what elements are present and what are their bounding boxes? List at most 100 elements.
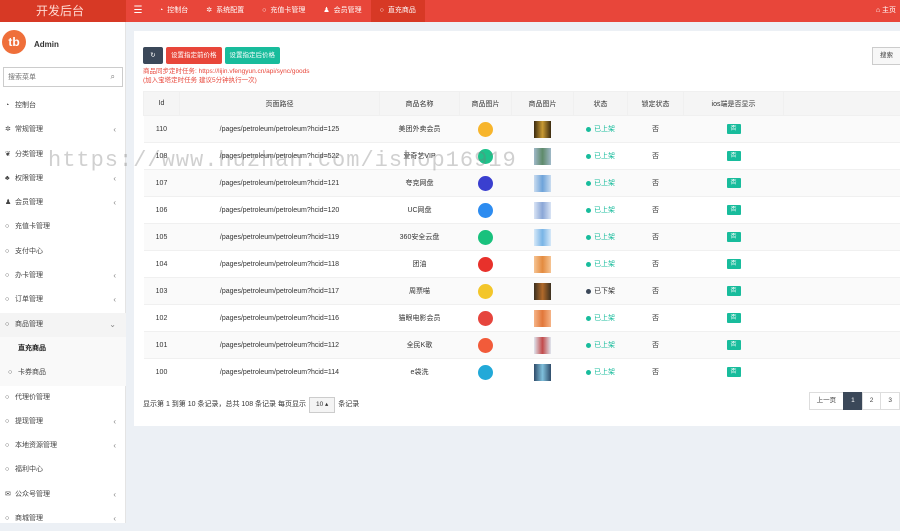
sidebar-item-10[interactable]: 直充商品 xyxy=(0,337,126,361)
product-logo-icon xyxy=(478,257,493,272)
sidebar-item-4[interactable]: ♟会员管理‹ xyxy=(0,191,126,215)
sidebar-item-14[interactable]: ○本地资源管理‹ xyxy=(0,434,126,458)
ios-badge[interactable]: 否 xyxy=(727,286,741,296)
ios-badge[interactable]: 否 xyxy=(727,151,741,161)
sidebar-item-7[interactable]: ○办卡管理‹ xyxy=(0,264,126,288)
app-title[interactable]: 开发后台 xyxy=(0,0,126,22)
sidebar-item-5[interactable]: ○充值卡管理 xyxy=(0,215,126,239)
cell-icon xyxy=(460,224,512,251)
status-dot-icon xyxy=(586,370,591,375)
product-thumbnail[interactable] xyxy=(534,337,551,354)
status-label: 已下架 xyxy=(594,288,615,295)
sidebar-item-1[interactable]: ✲常规管理‹ xyxy=(0,118,126,142)
circle-icon: ○ xyxy=(5,240,15,264)
table-row[interactable]: 100/pages/petroleum/petroleum?hcid=114e袋… xyxy=(144,359,900,386)
column-header[interactable]: 商品图片 xyxy=(512,92,574,116)
product-thumbnail[interactable] xyxy=(534,175,551,192)
sidebar-item-8[interactable]: ○订单管理‹ xyxy=(0,288,126,312)
sidebar-item-6[interactable]: ○支付中心 xyxy=(0,240,126,264)
sidebar-item-12[interactable]: ○代理价管理 xyxy=(0,386,126,410)
refresh-button[interactable]: ↻ xyxy=(143,47,163,64)
table-row[interactable]: 110/pages/petroleum/petroleum?hcid=125美团… xyxy=(144,116,900,143)
ios-badge[interactable]: 否 xyxy=(727,259,741,269)
table-row[interactable]: 102/pages/petroleum/petroleum?hcid=116猫眼… xyxy=(144,305,900,332)
sidebar-item-label: 提现管理 xyxy=(15,418,43,425)
home-link[interactable]: ⌂ 主页 xyxy=(876,0,900,22)
cell-id: 104 xyxy=(144,251,180,278)
product-thumbnail[interactable] xyxy=(534,121,551,138)
page-button[interactable]: 2 xyxy=(862,392,882,410)
ios-badge[interactable]: 否 xyxy=(727,124,741,134)
cell-icon xyxy=(460,116,512,143)
page-button[interactable]: 3 xyxy=(880,392,900,410)
table-row[interactable]: 107/pages/petroleum/petroleum?hcid=121夸克… xyxy=(144,170,900,197)
nav-tab-label: 直充商品 xyxy=(388,7,416,14)
sidebar-item-15[interactable]: ○福利中心 xyxy=(0,458,126,482)
cell-status: 已上架 xyxy=(574,170,628,197)
column-header[interactable]: 锁定状态 xyxy=(628,92,684,116)
sidebar-item-16[interactable]: ✉公众号管理‹ xyxy=(0,483,126,507)
search-icon[interactable]: ⌕ xyxy=(111,72,115,82)
menu-toggle-icon[interactable]: ☰ xyxy=(126,0,150,22)
product-thumbnail[interactable] xyxy=(534,283,551,300)
column-header[interactable]: 状态 xyxy=(574,92,628,116)
circle-icon: ○ xyxy=(8,361,18,385)
table-row[interactable]: 104/pages/petroleum/petroleum?hcid=118团油… xyxy=(144,251,900,278)
nav-tab-3[interactable]: ♟会员管理 xyxy=(314,0,370,22)
cell-image xyxy=(512,143,574,170)
product-thumbnail[interactable] xyxy=(534,202,551,219)
prev-page-button[interactable]: 上一页 xyxy=(809,392,845,410)
status-label: 已上架 xyxy=(594,234,615,241)
ios-badge[interactable]: 否 xyxy=(727,340,741,350)
column-header[interactable]: Id xyxy=(144,92,180,116)
nav-tab-0[interactable]: ◔控制台 xyxy=(150,0,197,22)
table-row[interactable]: 101/pages/petroleum/petroleum?hcid=112全民… xyxy=(144,332,900,359)
cell-extra xyxy=(784,116,900,143)
ios-badge[interactable]: 否 xyxy=(727,205,741,215)
status-label: 已上架 xyxy=(594,315,615,322)
product-thumbnail[interactable] xyxy=(534,256,551,273)
ios-badge[interactable]: 否 xyxy=(727,367,741,377)
ios-badge[interactable]: 否 xyxy=(727,232,741,242)
product-thumbnail[interactable] xyxy=(534,229,551,246)
set-before-price-button[interactable]: 设置指定前价格 xyxy=(166,47,222,64)
cell-status: 已下架 xyxy=(574,278,628,305)
sidebar-item-13[interactable]: ○提现管理‹ xyxy=(0,410,126,434)
sidebar-item-9[interactable]: ○商品管理⌄ xyxy=(0,313,126,337)
table-row[interactable]: 103/pages/petroleum/petroleum?hcid=117周票… xyxy=(144,278,900,305)
status-label: 已上架 xyxy=(594,153,615,160)
cell-name: e袋洗 xyxy=(380,359,460,386)
sidebar-search-input[interactable] xyxy=(4,68,100,86)
table-row[interactable]: 106/pages/petroleum/petroleum?hcid=120UC… xyxy=(144,197,900,224)
cell-id: 106 xyxy=(144,197,180,224)
column-header[interactable]: ios端是否显示 xyxy=(684,92,784,116)
nav-tab-2[interactable]: ○充值卡管理 xyxy=(253,0,314,22)
chevron-icon: ‹ xyxy=(113,434,116,458)
nav-tab-4[interactable]: ○直充商品 xyxy=(371,0,425,22)
set-after-price-button[interactable]: 设置指定后价格 xyxy=(225,47,281,64)
product-thumbnail[interactable] xyxy=(534,310,551,327)
page-button[interactable]: 1 xyxy=(843,392,863,410)
chevron-icon: ‹ xyxy=(113,507,116,531)
ios-badge[interactable]: 否 xyxy=(727,178,741,188)
table-row[interactable]: 105/pages/petroleum/petroleum?hcid=11936… xyxy=(144,224,900,251)
cell-id: 105 xyxy=(144,224,180,251)
product-thumbnail[interactable] xyxy=(534,148,551,165)
sidebar-item-0[interactable]: ◔控制台 xyxy=(0,94,126,118)
sidebar-item-label: 常规管理 xyxy=(15,126,43,133)
ios-badge[interactable]: 否 xyxy=(727,313,741,323)
top-bar: 开发后台 ☰ ◔控制台✲系统配置○充值卡管理♟会员管理○直充商品 ⌂ 主页 xyxy=(0,0,900,22)
column-header[interactable]: 页面路径 xyxy=(180,92,380,116)
search-button[interactable]: 搜索 xyxy=(872,47,900,65)
column-header[interactable]: 商品名称 xyxy=(380,92,460,116)
column-header[interactable]: 商品图片 xyxy=(460,92,512,116)
per-page-select[interactable]: 10 ▴ xyxy=(309,397,335,413)
chevron-icon: ‹ xyxy=(113,264,116,288)
sidebar-item-17[interactable]: ○商城管理‹ xyxy=(0,507,126,531)
sidebar-item-11[interactable]: ○卡券商品 xyxy=(0,361,126,385)
product-logo-icon xyxy=(478,230,493,245)
user-panel: tb Admin xyxy=(0,22,125,64)
product-thumbnail[interactable] xyxy=(534,364,551,381)
watermark: https://www.huzhan.com/ishop16919 xyxy=(48,148,517,173)
nav-tab-1[interactable]: ✲系统配置 xyxy=(197,0,253,22)
